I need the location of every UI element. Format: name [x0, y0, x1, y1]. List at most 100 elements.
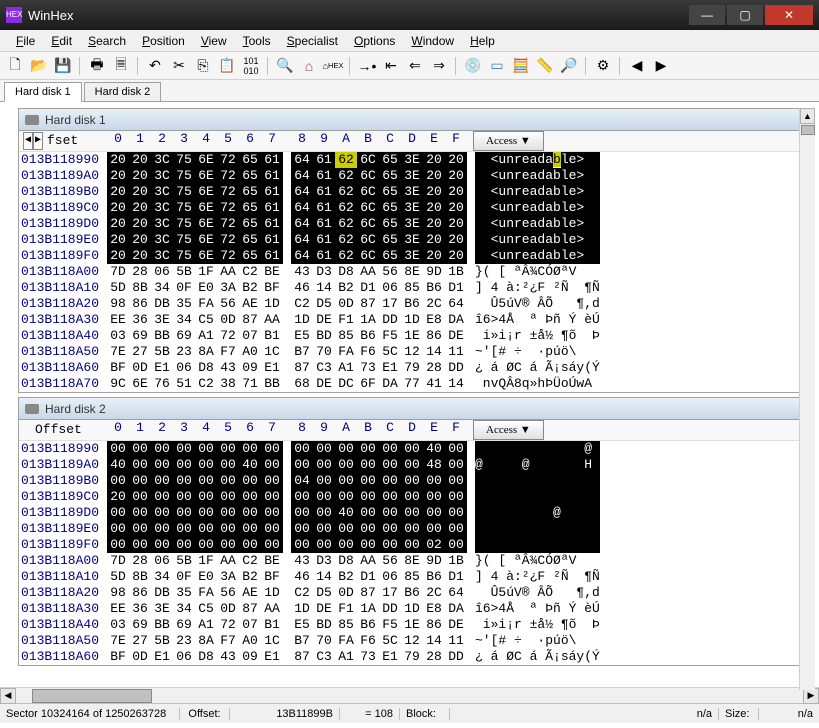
hex-byte[interactable]: 43 — [217, 649, 239, 665]
hex-byte[interactable]: 20 — [107, 184, 129, 200]
hex-byte[interactable]: 6C — [357, 216, 379, 232]
hex-byte[interactable]: C3 — [313, 649, 335, 665]
hex-byte[interactable]: 65 — [379, 200, 401, 216]
hex-byte[interactable]: B2 — [335, 569, 357, 585]
tab-hard-disk-1[interactable]: Hard disk 1 — [4, 82, 82, 102]
hex-byte[interactable]: F5 — [379, 617, 401, 633]
hex-byte[interactable]: 72 — [217, 232, 239, 248]
hex-byte[interactable]: 0D — [335, 296, 357, 312]
hex-byte[interactable]: 00 — [217, 489, 239, 505]
hex-row[interactable]: 013B118A400369BB69A17207B1E5BD85B6F51E86… — [19, 328, 814, 344]
hex-byte[interactable]: 00 — [151, 457, 173, 473]
hex-byte[interactable]: 0F — [173, 569, 195, 585]
copy-button[interactable]: ⎘ — [192, 55, 214, 77]
hex-byte[interactable]: D3 — [313, 553, 335, 569]
hex-byte[interactable]: 65 — [379, 248, 401, 264]
hex-byte[interactable]: 20 — [423, 232, 445, 248]
hex-byte[interactable]: 00 — [445, 489, 467, 505]
hex-byte[interactable]: 00 — [195, 505, 217, 521]
hex-byte[interactable]: 65 — [379, 152, 401, 168]
ascii-cell[interactable]: <unreadable> — [467, 184, 607, 200]
hex-row[interactable]: 013B1189C020203C756E7265616461626C653E20… — [19, 200, 814, 216]
hex-byte[interactable]: 6C — [357, 152, 379, 168]
hex-byte[interactable]: 00 — [151, 521, 173, 537]
hex-byte[interactable]: 1E — [401, 617, 423, 633]
hex-byte[interactable]: B6 — [423, 569, 445, 585]
hex-byte[interactable]: 6E — [195, 152, 217, 168]
hex-byte[interactable]: 20 — [107, 152, 129, 168]
hex-byte[interactable]: C5 — [195, 601, 217, 617]
ascii-cell[interactable]: ¿ á ØC á Ã¡sáy(Ý — [467, 360, 607, 376]
hex-byte[interactable]: 6C — [357, 200, 379, 216]
hex-byte[interactable]: 1C — [261, 633, 283, 649]
ascii-cell[interactable]: Û5úV® ÂÕ ¶,d — [467, 296, 607, 312]
hex-byte[interactable]: 20 — [129, 184, 151, 200]
hex-byte[interactable]: FA — [195, 296, 217, 312]
hex-byte[interactable]: 3E — [151, 601, 173, 617]
hex-byte[interactable]: 17 — [379, 585, 401, 601]
menu-edit[interactable]: Edit — [43, 32, 80, 50]
hex-byte[interactable]: 17 — [379, 296, 401, 312]
hex-row[interactable]: 013B118A507E275B238AF7A01CB770FAF65C1214… — [19, 633, 814, 649]
hex-byte[interactable]: 28 — [129, 553, 151, 569]
hex-byte[interactable]: 00 — [335, 537, 357, 553]
hex-byte[interactable]: B6 — [401, 585, 423, 601]
hex-row[interactable]: 013B118A30EE363E34C50D87AA1DDEF11ADD1DE8… — [19, 601, 814, 617]
ascii-cell[interactable]: <unreadable> — [467, 200, 607, 216]
hex-byte[interactable]: 00 — [173, 505, 195, 521]
ruler-button[interactable]: 📏 — [534, 55, 556, 77]
hex-byte[interactable]: E1 — [151, 649, 173, 665]
hex-byte[interactable]: E1 — [151, 360, 173, 376]
hex-byte[interactable]: 1D — [401, 312, 423, 328]
hex-byte[interactable]: A1 — [335, 360, 357, 376]
hex-byte[interactable]: 00 — [401, 441, 423, 457]
hex-row[interactable]: 013B118A105D8B340FE03AB2BF4614B2D10685B6… — [19, 569, 814, 585]
nav-right-button[interactable]: ▶ — [650, 55, 672, 77]
hex-byte[interactable]: 00 — [107, 473, 129, 489]
hex-byte[interactable]: 61 — [313, 200, 335, 216]
hex-byte[interactable]: 00 — [239, 489, 261, 505]
scroll-left-button[interactable]: ◀ — [0, 688, 16, 704]
hex-byte[interactable]: 61 — [313, 168, 335, 184]
hex-byte[interactable]: 65 — [379, 216, 401, 232]
hex-byte[interactable]: 7E — [107, 633, 129, 649]
hex-byte[interactable]: 20 — [129, 168, 151, 184]
hex-byte[interactable]: BD — [313, 617, 335, 633]
ascii-cell[interactable]: <unreadable> — [467, 248, 607, 264]
hex-byte[interactable]: 72 — [217, 184, 239, 200]
hex-byte[interactable]: 00 — [313, 505, 335, 521]
hex-byte[interactable]: 46 — [291, 569, 313, 585]
hex-byte[interactable]: 00 — [239, 537, 261, 553]
hex-byte[interactable]: E8 — [423, 601, 445, 617]
ascii-cell[interactable]: ¿ á ØC á Ã¡sáy(Ý — [467, 649, 607, 665]
hex-byte[interactable]: DB — [151, 585, 173, 601]
hex-row[interactable]: 013B1189F0000000000000000000000000000002… — [19, 537, 814, 553]
hex-byte[interactable]: 11 — [445, 633, 467, 649]
find-hex-button[interactable]: ⌂ — [298, 55, 320, 77]
hex-byte[interactable]: 12 — [401, 633, 423, 649]
hex-byte[interactable]: 62 — [335, 168, 357, 184]
hex-byte[interactable]: E0 — [195, 569, 217, 585]
hex-byte[interactable]: 64 — [291, 200, 313, 216]
hex-byte[interactable]: B7 — [291, 344, 313, 360]
hex-byte[interactable]: 86 — [129, 296, 151, 312]
hex-byte[interactable]: 00 — [335, 489, 357, 505]
hex-byte[interactable]: 20 — [445, 200, 467, 216]
hex-byte[interactable]: 00 — [173, 441, 195, 457]
hex-byte[interactable]: 3C — [151, 152, 173, 168]
hex-byte[interactable]: A0 — [239, 633, 261, 649]
hex-byte[interactable]: 36 — [129, 312, 151, 328]
hex-byte[interactable]: 00 — [239, 441, 261, 457]
hex-byte[interactable]: 1B — [445, 264, 467, 280]
hex-byte[interactable]: DB — [151, 296, 173, 312]
hex-byte[interactable]: DE — [313, 312, 335, 328]
hex-byte[interactable]: 3E — [401, 248, 423, 264]
hex-byte[interactable]: 1D — [261, 585, 283, 601]
hex-row[interactable]: 013B118A007D28065B1FAAC2BE43D3D8AA568E9D… — [19, 264, 814, 280]
hex-byte[interactable]: 00 — [445, 521, 467, 537]
hex-byte[interactable]: E1 — [379, 649, 401, 665]
hex-byte[interactable]: 00 — [401, 505, 423, 521]
hex-byte[interactable]: 51 — [173, 376, 195, 392]
hex-byte[interactable]: 69 — [173, 617, 195, 633]
ascii-cell[interactable] — [467, 537, 607, 553]
